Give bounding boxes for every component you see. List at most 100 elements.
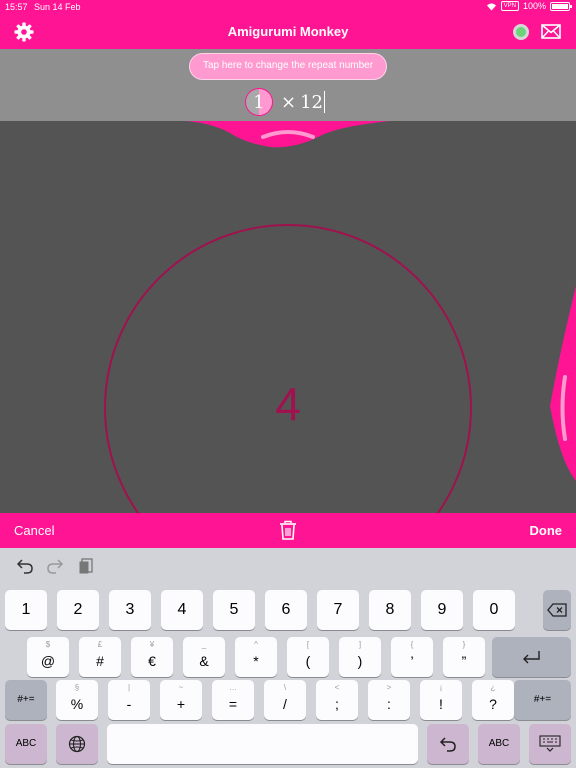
action-bar: Cancel Done [0, 513, 576, 548]
vpn-badge: VPN [500, 1, 519, 11]
shift-symbols-label: #+= [17, 694, 35, 705]
globe-key[interactable] [56, 724, 98, 764]
done-button[interactable]: Done [530, 523, 563, 538]
repeat-progress-pie: 1 [245, 88, 273, 116]
symbol-key[interactable]: | - [108, 680, 150, 720]
key-label: 4 [177, 601, 187, 618]
status-date: Sun 14 Feb [34, 2, 81, 12]
key-label: % [70, 696, 84, 712]
key-label: - [126, 696, 132, 712]
repeat-count-row[interactable]: 1 × 12 [245, 87, 325, 117]
symbol-key[interactable]: ¿? [472, 680, 514, 720]
dismiss-keyboard-key[interactable] [529, 724, 571, 764]
key-alt-label: ] [358, 640, 362, 649]
key-alt-label: $ [45, 640, 51, 649]
symbol-key[interactable]: \ / [264, 680, 306, 720]
key-label: 1 [21, 601, 31, 618]
abc-key-right[interactable]: ABC [478, 724, 520, 764]
symbol-key[interactable]: £ # [79, 637, 121, 677]
key-9[interactable]: 9 [421, 590, 463, 630]
keyboard-hide-icon [539, 735, 561, 752]
return-icon [523, 651, 540, 664]
key-2[interactable]: 2 [57, 590, 99, 630]
key-label: # [96, 653, 104, 669]
key-alt-label: ¥ [149, 640, 155, 649]
symbol-key[interactable]: $ @ [27, 637, 69, 677]
key-3[interactable]: 3 [109, 590, 151, 630]
abc-label: ABC [15, 738, 37, 749]
backspace-key[interactable] [543, 590, 571, 630]
status-bar: 15:57 Sun 14 Feb VPN 100% [0, 0, 576, 14]
repeat-panel: Tap here to change the repeat number 1 ×… [0, 49, 576, 121]
status-right: VPN 100% [486, 1, 572, 11]
symbol-key[interactable]: §% [56, 680, 98, 720]
trash-icon[interactable] [279, 520, 297, 540]
key-label: ; [335, 696, 339, 712]
symbol-key[interactable]: }” [443, 637, 485, 677]
key-alt-label: > [386, 683, 392, 692]
battery-percent: 100% [522, 1, 546, 11]
key-5[interactable]: 5 [213, 590, 255, 630]
key-0[interactable]: 0 [473, 590, 515, 630]
symbol-key[interactable]: _ & [183, 637, 225, 677]
battery-icon [550, 1, 572, 11]
undo-key[interactable] [427, 724, 469, 764]
symbol-key[interactable]: >: [368, 680, 410, 720]
symbol-key[interactable]: <; [316, 680, 358, 720]
repeat-total-input[interactable]: 12 [300, 92, 323, 113]
shift-symbols-key-left[interactable]: #+= [5, 680, 47, 720]
key-alt-label: ^ [254, 640, 258, 649]
key-7[interactable]: 7 [317, 590, 359, 630]
key-alt-label: [ [306, 640, 310, 649]
abc-key-left[interactable]: ABC [5, 724, 47, 764]
key-label: ( [305, 653, 311, 669]
key-alt-label: … [229, 683, 237, 692]
key-alt-label: < [334, 683, 340, 692]
stitch-canvas[interactable]: 4 [0, 121, 576, 513]
symbol-key[interactable]: … = [212, 680, 254, 720]
cancel-button[interactable]: Cancel [14, 523, 54, 538]
page-title: Amigurumi Monkey [227, 24, 349, 39]
symbol-key[interactable]: [( [287, 637, 329, 677]
keyboard: 1234567890 $ @ £ # ¥ € _ & ^ *[(]){’}” §% | - ~ +… = \ /… [0, 548, 576, 768]
undo-icon [439, 737, 456, 752]
canvas-graphics [104, 121, 576, 513]
symbol-key[interactable]: ^ * [235, 637, 277, 677]
symbol-key[interactable]: ¥ € [131, 637, 173, 677]
change-repeat-button[interactable]: Tap here to change the repeat number [189, 53, 387, 80]
key-label: 8 [385, 601, 395, 618]
mail-icon[interactable] [541, 24, 561, 39]
key-label: ” [461, 653, 467, 669]
key-alt-label: \ [283, 683, 287, 692]
key-label: = [228, 696, 238, 712]
stitch-number: 4 [275, 378, 301, 430]
symbol-key[interactable]: ¡! [420, 680, 462, 720]
key-alt-label: ~ [178, 683, 184, 692]
key-label: ’ [410, 653, 414, 669]
key-8[interactable]: 8 [369, 590, 411, 630]
top-pull-tab [186, 121, 390, 148]
shift-symbols-key-right[interactable]: #+= [514, 680, 571, 720]
stitch-circle [104, 224, 472, 513]
key-label: 6 [281, 601, 291, 618]
return-key[interactable] [492, 637, 571, 677]
key-4[interactable]: 4 [161, 590, 203, 630]
text-caret [324, 91, 325, 113]
abc-label: ABC [488, 738, 510, 749]
key-alt-label: _ [201, 640, 207, 649]
key-label: @ [40, 653, 56, 669]
symbol-key[interactable]: ]) [339, 637, 381, 677]
key-alt-label: § [74, 683, 80, 692]
space-bar[interactable] [107, 724, 418, 764]
key-label: ? [489, 696, 497, 712]
key-label: 2 [73, 601, 83, 618]
sync-status-icon[interactable] [513, 24, 529, 40]
symbol-key[interactable]: {’ [391, 637, 433, 677]
key-label: 3 [125, 601, 135, 618]
key-6[interactable]: 6 [265, 590, 307, 630]
redo-icon[interactable] [46, 558, 64, 574]
undo-icon[interactable] [16, 558, 34, 574]
symbol-key[interactable]: ~ + [160, 680, 202, 720]
paste-icon[interactable] [78, 558, 96, 574]
key-1[interactable]: 1 [5, 590, 47, 630]
